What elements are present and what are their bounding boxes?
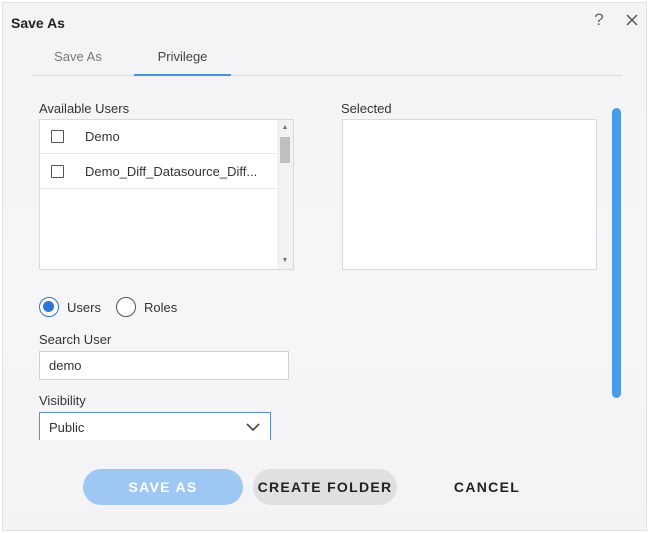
chevron-down-icon xyxy=(246,423,260,431)
radio-unselected-icon xyxy=(116,297,136,317)
radio-users[interactable]: Users xyxy=(39,297,109,319)
dialog-scrollbar[interactable] xyxy=(612,108,621,398)
save-as-dialog: Save As ? Save As Privilege Available Us… xyxy=(2,2,647,531)
tab-privilege[interactable]: Privilege xyxy=(134,45,231,76)
create-folder-button[interactable]: CREATE FOLDER xyxy=(253,469,397,505)
list-item-label: Demo xyxy=(85,129,120,144)
dialog-title: Save As xyxy=(11,15,65,31)
scroll-thumb[interactable] xyxy=(280,137,290,163)
list-item[interactable]: Demo xyxy=(40,120,276,154)
radio-roles[interactable]: Roles xyxy=(116,297,186,319)
list-item-label: Demo_Diff_Datasource_Diff... xyxy=(85,164,258,179)
visibility-value: Public xyxy=(49,420,85,435)
tab-bar: Save As Privilege xyxy=(32,45,622,76)
help-icon[interactable]: ? xyxy=(590,10,608,30)
tab-save-as[interactable]: Save As xyxy=(32,45,124,76)
cancel-button[interactable]: CANCEL xyxy=(437,469,537,505)
close-icon[interactable] xyxy=(623,11,641,29)
mode-radio-group: Users Roles xyxy=(39,297,239,319)
radio-users-label: Users xyxy=(67,300,101,315)
list-item[interactable]: Demo_Diff_Datasource_Diff... xyxy=(40,155,276,189)
search-user-input[interactable] xyxy=(39,351,289,380)
selected-label: Selected xyxy=(341,101,392,116)
visibility-select[interactable]: Public xyxy=(39,412,271,440)
visibility-label: Visibility xyxy=(39,393,86,408)
checkbox[interactable] xyxy=(51,165,64,178)
available-users-list: Demo Demo_Diff_Datasource_Diff... ▲ ▼ xyxy=(39,119,294,270)
radio-roles-label: Roles xyxy=(144,300,178,315)
available-users-label: Available Users xyxy=(39,101,130,116)
list-scrollbar[interactable]: ▲ ▼ xyxy=(277,120,293,269)
radio-selected-icon xyxy=(39,297,59,317)
search-user-label: Search User xyxy=(39,332,112,347)
save-as-button[interactable]: SAVE AS xyxy=(83,469,243,505)
scroll-down-arrow-icon[interactable]: ▼ xyxy=(277,255,293,267)
checkbox[interactable] xyxy=(51,130,64,143)
scroll-up-arrow-icon[interactable]: ▲ xyxy=(277,122,293,134)
selected-users-list xyxy=(342,119,597,270)
